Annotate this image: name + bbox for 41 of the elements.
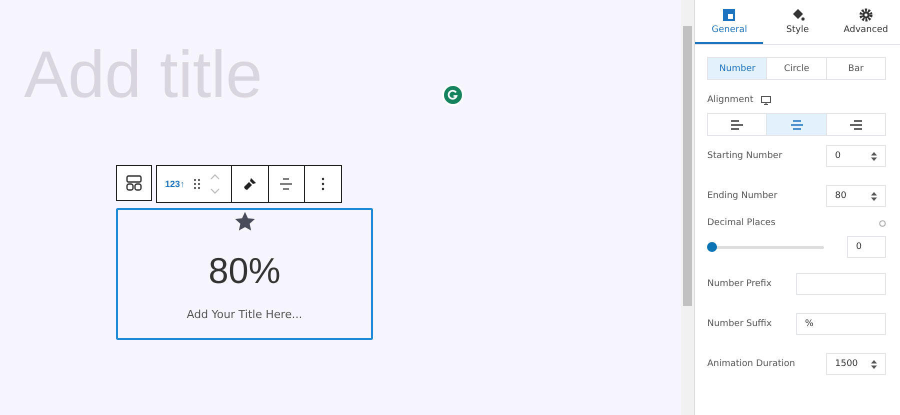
sidebar-tab[interactable]: General <box>695 0 764 44</box>
number-field[interactable]: 0 <box>826 145 886 167</box>
field-label: Ending Number <box>707 191 778 201</box>
text-field[interactable] <box>796 273 886 295</box>
field-label: Alignment <box>707 95 754 105</box>
block-type-label[interactable]: 123↑ <box>165 179 185 189</box>
spinner-icon <box>871 192 877 200</box>
scrollbar[interactable] <box>681 0 694 415</box>
align-center-icon <box>788 118 805 130</box>
paint-bucket-icon <box>790 8 805 22</box>
gear-icon <box>858 8 873 22</box>
more-icon <box>320 177 325 191</box>
square-icon <box>722 8 736 22</box>
field-label: Animation Duration <box>707 359 796 369</box>
align-center-button[interactable] <box>767 114 827 135</box>
field-label: Decimal Places <box>707 218 776 228</box>
sidebar-tab[interactable]: Style <box>763 0 832 44</box>
counter-value: 80% <box>208 250 281 292</box>
field-label: Number Suffix <box>707 319 772 329</box>
counter-title-field[interactable]: Add Your Title Here... <box>186 308 302 321</box>
number-field[interactable]: 80 <box>826 185 886 207</box>
spinner-icon <box>871 152 877 160</box>
field-label: Starting Number <box>707 151 782 161</box>
star-icon <box>234 211 256 232</box>
block-switcher-button[interactable] <box>116 165 152 201</box>
align-left-icon <box>729 118 746 130</box>
align-center-icon <box>279 177 294 191</box>
text-field[interactable]: % <box>796 313 886 335</box>
sidebar-tab[interactable]: Advanced <box>832 0 900 44</box>
counter-block[interactable]: 80% Add Your Title Here... <box>116 208 373 340</box>
grammar-icon[interactable] <box>444 86 462 104</box>
layout-option[interactable]: Number <box>708 58 768 79</box>
align-right-icon <box>848 118 864 130</box>
number-field[interactable]: 0 <box>847 236 886 258</box>
desktop-icon[interactable] <box>761 96 772 104</box>
drag-handle-icon[interactable] <box>192 178 201 190</box>
block-layout-icon <box>125 174 143 192</box>
number-field[interactable]: 1500 <box>826 353 886 375</box>
spinner-icon <box>871 360 877 368</box>
field-label: Number Prefix <box>707 279 772 289</box>
brush-icon <box>242 176 258 192</box>
